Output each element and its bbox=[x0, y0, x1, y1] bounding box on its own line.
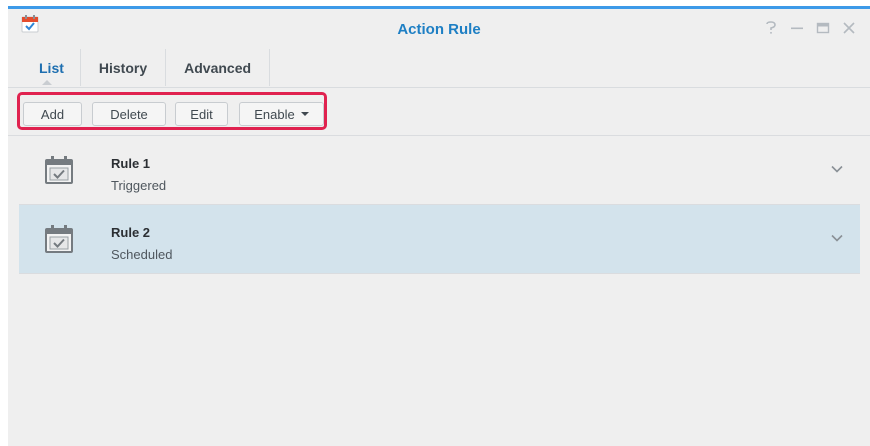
active-tab-marker bbox=[42, 80, 52, 85]
chevron-down-icon[interactable] bbox=[830, 162, 844, 176]
rule-name: Rule 2 bbox=[111, 225, 151, 240]
action-rule-window: Action Rule List History Advanced Add De… bbox=[8, 6, 870, 446]
minimize-icon[interactable] bbox=[784, 17, 810, 39]
help-icon[interactable] bbox=[758, 17, 784, 39]
add-button[interactable]: Add bbox=[23, 102, 82, 126]
tab-advanced-label: Advanced bbox=[184, 59, 252, 76]
toolbar-highlight: Add Delete Edit Enable bbox=[17, 92, 327, 130]
tab-history[interactable]: History bbox=[81, 49, 167, 86]
delete-button[interactable]: Delete bbox=[92, 102, 166, 126]
delete-button-label: Delete bbox=[110, 106, 148, 122]
window-controls bbox=[758, 17, 862, 39]
enable-dropdown-button[interactable]: Enable bbox=[239, 102, 324, 126]
rule-status: Scheduled bbox=[111, 247, 173, 262]
edit-button[interactable]: Edit bbox=[175, 102, 228, 126]
add-button-label: Add bbox=[40, 106, 65, 122]
tab-list[interactable]: List bbox=[18, 49, 81, 86]
list-item[interactable]: Rule 1 Triggered bbox=[19, 136, 860, 205]
rule-name: Rule 1 bbox=[111, 156, 151, 171]
enable-button-label: Enable bbox=[254, 106, 295, 122]
tab-bar: List History Advanced bbox=[18, 49, 271, 87]
list-item[interactable]: Rule 2 Scheduled bbox=[19, 205, 860, 274]
rule-list: Rule 1 Triggered Rule 2 Scheduled bbox=[19, 136, 860, 274]
calendar-check-icon bbox=[45, 156, 73, 184]
close-icon[interactable] bbox=[836, 17, 862, 39]
window-title: Action Rule bbox=[397, 21, 481, 38]
edit-button-label: Edit bbox=[190, 106, 213, 122]
rule-status: Triggered bbox=[111, 178, 167, 193]
tab-list-label: List bbox=[39, 59, 64, 76]
tabs-divider bbox=[8, 87, 870, 88]
tab-advanced[interactable]: Advanced bbox=[166, 49, 271, 86]
caret-down-icon bbox=[300, 112, 309, 116]
title-bar: Action Rule bbox=[8, 9, 870, 49]
calendar-check-icon bbox=[45, 225, 73, 253]
maximize-icon[interactable] bbox=[810, 17, 836, 39]
chevron-down-icon[interactable] bbox=[830, 231, 844, 245]
tab-history-label: History bbox=[98, 59, 148, 76]
